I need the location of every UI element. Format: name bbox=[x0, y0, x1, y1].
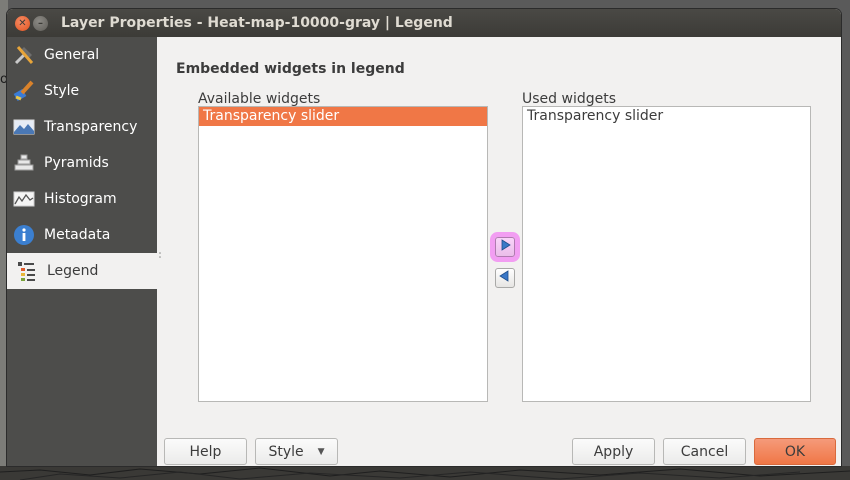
sidebar-item-label: Style bbox=[44, 83, 80, 99]
sidebar: General Style Transparency Pyramids Hist… bbox=[7, 37, 157, 466]
style-dropdown-button[interactable]: Style ▼ bbox=[255, 438, 338, 465]
sidebar-item-label: Transparency bbox=[44, 119, 138, 135]
brush-icon bbox=[11, 78, 37, 104]
sidebar-item-histogram[interactable]: Histogram bbox=[7, 181, 157, 217]
used-widgets-label: Used widgets bbox=[522, 91, 617, 107]
info-icon bbox=[11, 222, 37, 248]
chevron-down-icon: ▼ bbox=[317, 446, 325, 457]
sidebar-item-general[interactable]: General bbox=[7, 37, 157, 73]
sidebar-item-legend[interactable]: Legend bbox=[7, 253, 157, 289]
available-widgets-label: Available widgets bbox=[198, 91, 321, 107]
arrow-left-icon bbox=[499, 270, 511, 286]
apply-button[interactable]: Apply bbox=[572, 438, 655, 465]
legend-icon bbox=[14, 258, 40, 284]
sidebar-item-label: General bbox=[44, 47, 100, 63]
sidebar-item-label: Metadata bbox=[44, 227, 111, 243]
cancel-button-label: Cancel bbox=[680, 443, 729, 460]
window-minimize-button[interactable]: – bbox=[33, 16, 48, 31]
cancel-button[interactable]: Cancel bbox=[663, 438, 746, 465]
sidebar-item-label: Legend bbox=[47, 263, 99, 279]
sidebar-item-style[interactable]: Style bbox=[7, 73, 157, 109]
histogram-icon bbox=[11, 186, 37, 212]
apply-button-label: Apply bbox=[593, 443, 634, 460]
sidebar-item-label: Pyramids bbox=[44, 155, 109, 171]
sidebar-item-pyramids[interactable]: Pyramids bbox=[7, 145, 157, 181]
group-title: Embedded widgets in legend bbox=[176, 61, 405, 77]
available-widgets-list[interactable]: Transparency slider bbox=[198, 106, 488, 402]
sidebar-item-transparency[interactable]: Transparency bbox=[7, 109, 157, 145]
list-item[interactable]: Transparency slider bbox=[199, 107, 487, 126]
help-button[interactable]: Help bbox=[164, 438, 247, 465]
legend-panel: Embedded widgets in legend Available wid… bbox=[157, 37, 841, 466]
help-button-label: Help bbox=[189, 443, 222, 460]
tools-icon bbox=[11, 42, 37, 68]
remove-widget-button[interactable] bbox=[495, 268, 515, 288]
style-button-label: Style bbox=[268, 443, 304, 460]
window-close-button[interactable]: ✕ bbox=[15, 16, 30, 31]
ok-button-label: OK bbox=[784, 443, 806, 460]
pyramids-icon bbox=[11, 150, 37, 176]
list-item[interactable]: Transparency slider bbox=[523, 107, 810, 126]
title-bar: ✕ – Layer Properties - Heat-map-10000-gr… bbox=[7, 9, 841, 37]
sidebar-item-metadata[interactable]: Metadata bbox=[7, 217, 157, 253]
arrow-right-icon bbox=[499, 239, 511, 255]
window-title: Layer Properties - Heat-map-10000-gray |… bbox=[61, 15, 453, 31]
layer-properties-dialog: ✕ – Layer Properties - Heat-map-10000-gr… bbox=[7, 9, 841, 466]
add-widget-button[interactable] bbox=[495, 237, 515, 257]
ok-button[interactable]: OK bbox=[754, 438, 836, 465]
used-widgets-list[interactable]: Transparency slider bbox=[522, 106, 811, 402]
desktop-map-strip bbox=[0, 466, 850, 480]
transparency-icon bbox=[11, 114, 37, 140]
sidebar-item-label: Histogram bbox=[44, 191, 117, 207]
